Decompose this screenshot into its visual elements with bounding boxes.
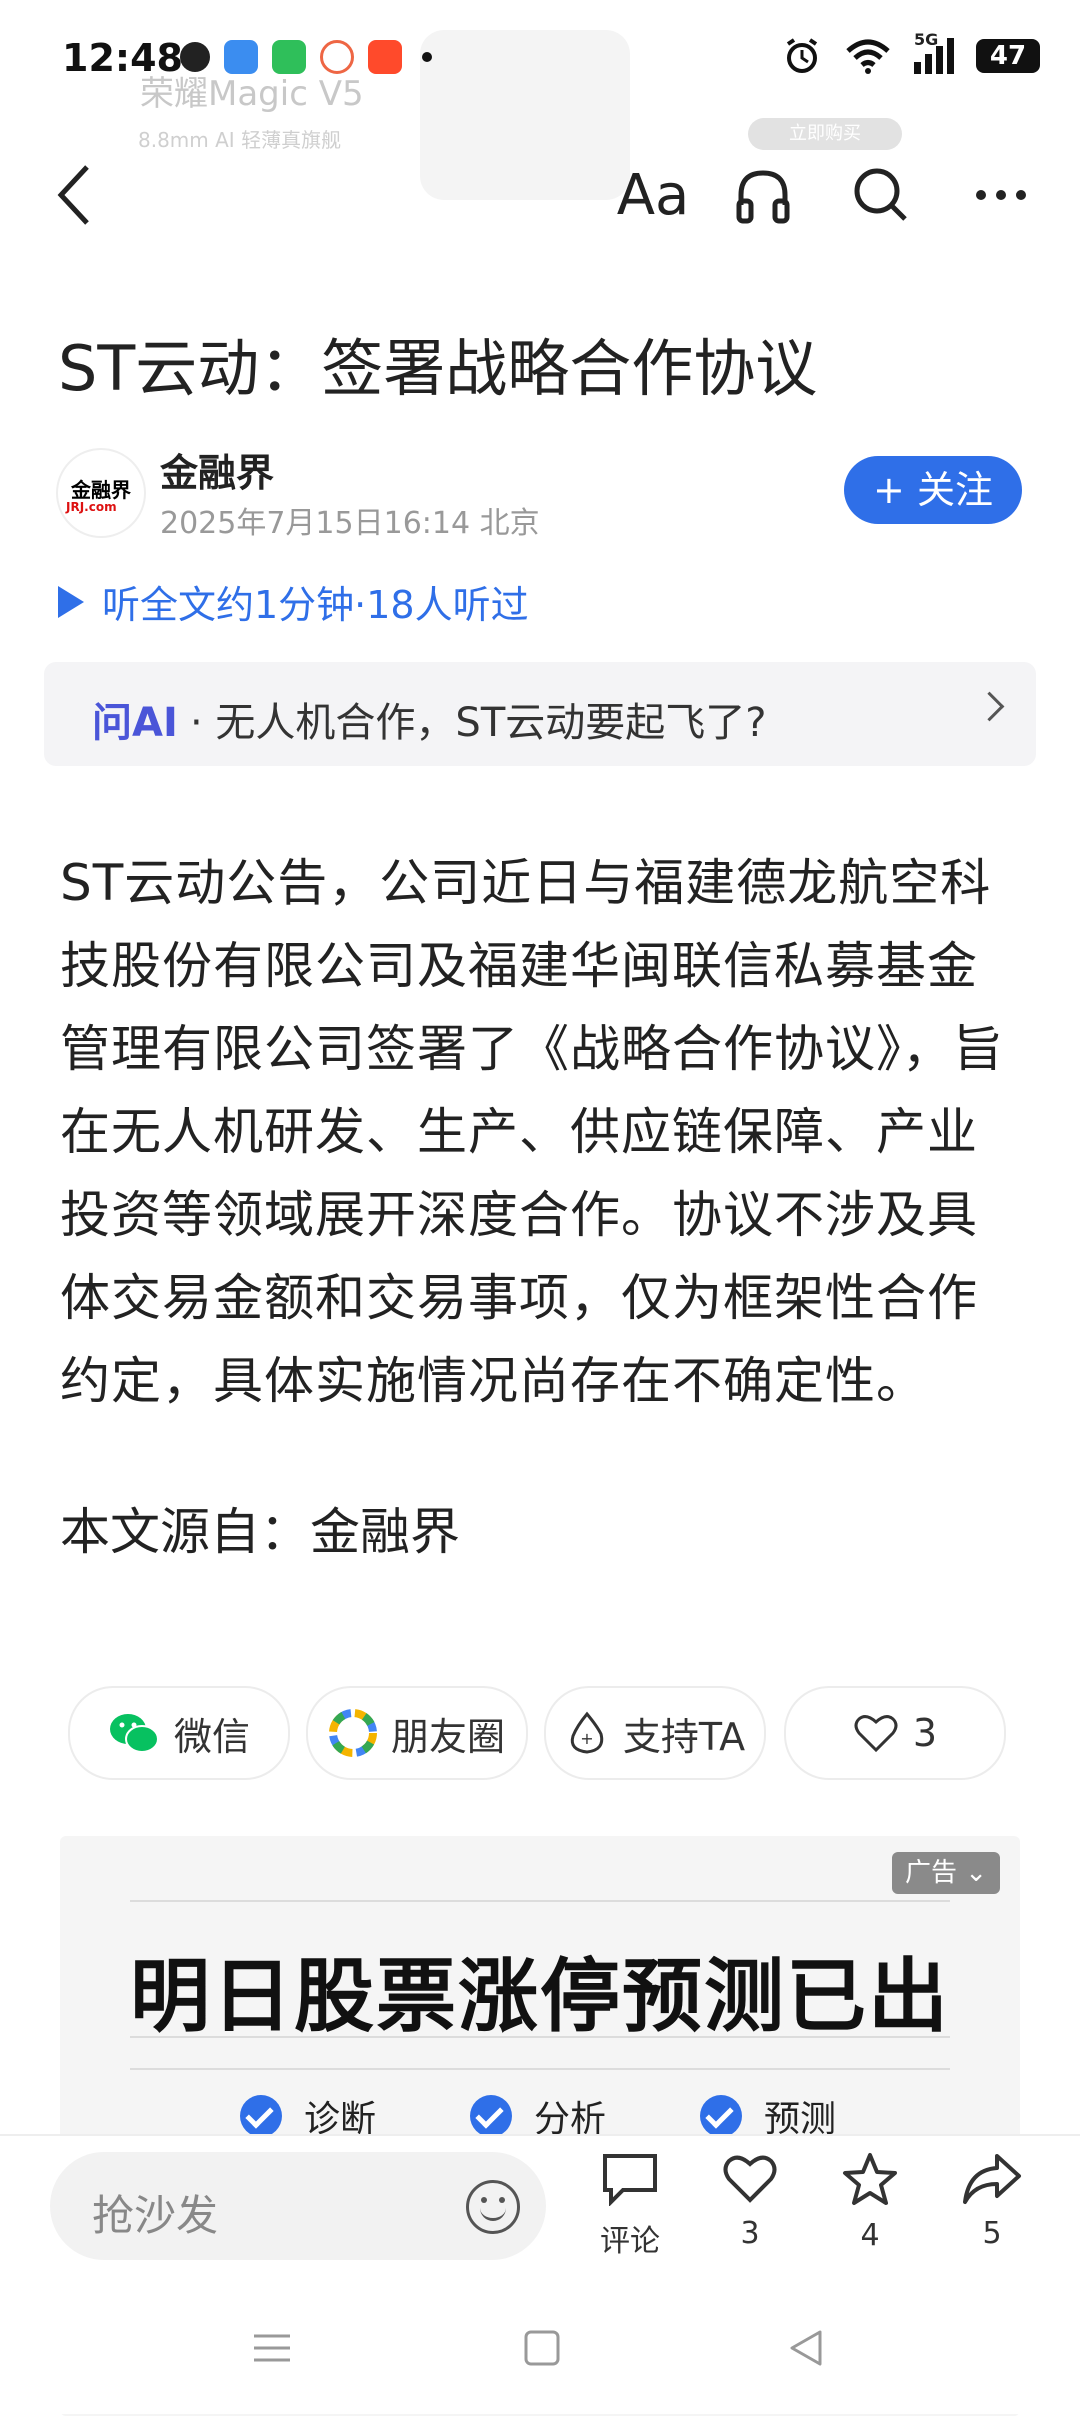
ad-divider xyxy=(130,1900,950,1902)
back-icon xyxy=(57,165,89,225)
author-avatar[interactable]: 金融界 JRJ.com xyxy=(56,448,146,538)
wechat-notification-icon xyxy=(180,42,210,72)
bottom-like-count: 3 xyxy=(740,2216,760,2251)
heart-icon xyxy=(723,2155,777,2203)
article-source: 本文源自：金融界 xyxy=(60,1503,460,1561)
comment-icon xyxy=(603,2154,657,2207)
headphones-icon xyxy=(736,170,790,224)
more-icon xyxy=(976,190,1026,200)
bg-ad-tagline: 8.8mm AI 轻薄真旗舰 xyxy=(138,128,342,152)
share-wechat-button[interactable]: 微信 xyxy=(68,1686,290,1780)
message-notification-icon xyxy=(272,40,306,74)
support-flame-icon: + xyxy=(570,1711,604,1754)
check-icon xyxy=(700,2095,742,2137)
wechat-icon xyxy=(109,1714,159,1753)
favorite-count: 4 xyxy=(860,2218,880,2253)
favorite-button[interactable]: 4 xyxy=(820,2152,920,2253)
share-button[interactable]: 5 xyxy=(942,2152,1042,2251)
notification-icons xyxy=(180,40,432,74)
ad-phone-image xyxy=(420,30,630,200)
status-time: 12:48 xyxy=(62,36,183,80)
listen-label: 听全文约1分钟·18人听过 xyxy=(102,583,529,627)
comment-placeholder: 抢沙发 xyxy=(92,2191,219,2240)
bottom-like-button[interactable]: 3 xyxy=(700,2152,800,2251)
publish-date: 2025年7月15日16:14 北京 xyxy=(160,506,540,541)
comment-button[interactable]: 评论 xyxy=(580,2152,680,2260)
ad-divider xyxy=(130,2068,950,2070)
wifi-icon xyxy=(846,39,890,74)
share-wechat-label: 微信 xyxy=(173,1714,250,1759)
more-button[interactable] xyxy=(966,160,1036,230)
network-type: 5G xyxy=(914,30,939,49)
article-body: ST云动公告，公司近日与福建德龙航空科技股份有限公司及福建华闽联信私募基金管理有… xyxy=(60,854,1004,1410)
like-button[interactable]: 3 xyxy=(784,1686,1006,1780)
author-name[interactable]: 金融界 xyxy=(160,442,274,497)
system-navigation-bar xyxy=(0,2300,1080,2412)
search-button[interactable] xyxy=(846,160,916,230)
share-count: 5 xyxy=(982,2216,1002,2251)
ad-tag[interactable]: 广告 ⌄ xyxy=(892,1852,1000,1894)
alarm-icon xyxy=(786,38,818,73)
svg-text:+: + xyxy=(580,1729,593,1748)
video-notification-icon xyxy=(368,40,402,74)
share-arrow-icon xyxy=(963,2154,1021,2204)
listen-button[interactable] xyxy=(728,160,798,230)
ad-divider xyxy=(130,2036,950,2038)
play-icon xyxy=(58,585,84,618)
back-button[interactable] xyxy=(40,160,110,230)
logo-sub: JRJ.com xyxy=(66,500,117,514)
font-size-icon: Aa xyxy=(616,162,690,228)
comment-label: 评论 xyxy=(600,2224,660,2259)
menu-icon[interactable] xyxy=(252,2328,292,2368)
check-icon xyxy=(240,2095,282,2137)
heart-icon xyxy=(854,1715,898,1753)
app-notification-icon xyxy=(224,40,258,74)
star-icon xyxy=(843,2153,897,2205)
share-moments-button[interactable]: 朋友圈 xyxy=(306,1686,528,1780)
chevron-right-icon xyxy=(974,691,1005,722)
music-notification-icon xyxy=(320,40,354,74)
article-title: ST云动：签署战略合作协议 xyxy=(58,332,818,405)
logo-text: 金融界 xyxy=(71,478,131,502)
battery-indicator: 47 xyxy=(976,39,1040,73)
comment-input[interactable]: 抢沙发 xyxy=(50,2152,546,2260)
back-nav-icon[interactable] xyxy=(786,2328,826,2368)
support-author-button[interactable]: + 支持TA xyxy=(544,1686,766,1780)
cellular-signal-icon: 5G xyxy=(914,30,954,74)
ask-ai-question: · 无人机合作，ST云动要起飞了? xyxy=(190,700,767,746)
moments-icon xyxy=(328,1709,377,1757)
check-icon xyxy=(470,2095,512,2137)
home-icon[interactable] xyxy=(522,2328,562,2368)
search-icon xyxy=(854,168,907,221)
emoji-icon[interactable] xyxy=(466,2180,520,2234)
system-status: 5G 47 xyxy=(782,30,1040,76)
like-count: 3 xyxy=(912,1711,938,1755)
status-bar: 荣耀Magic V5 8.8mm AI 轻薄真旗舰 立即购买 12:48 5G xyxy=(0,0,1080,200)
share-moments-label: 朋友圈 xyxy=(390,1714,505,1759)
more-notifications-icon xyxy=(422,52,432,62)
listen-full-text[interactable]: 听全文约1分钟·18人听过 xyxy=(58,574,529,629)
bg-ad-buy-button[interactable]: 立即购买 xyxy=(748,118,902,150)
ask-ai-banner[interactable]: 问AI · 无人机合作，ST云动要起飞了? xyxy=(44,662,1036,766)
ask-ai-label: 问AI xyxy=(92,700,178,746)
ad-headline: 明日股票涨停预测已出 xyxy=(130,1950,950,2043)
support-label: 支持TA xyxy=(622,1714,746,1759)
font-size-button[interactable]: Aa xyxy=(608,160,698,230)
ad-tag-label: 广告 xyxy=(904,1858,957,1888)
follow-button[interactable]: + 关注 xyxy=(844,456,1022,524)
